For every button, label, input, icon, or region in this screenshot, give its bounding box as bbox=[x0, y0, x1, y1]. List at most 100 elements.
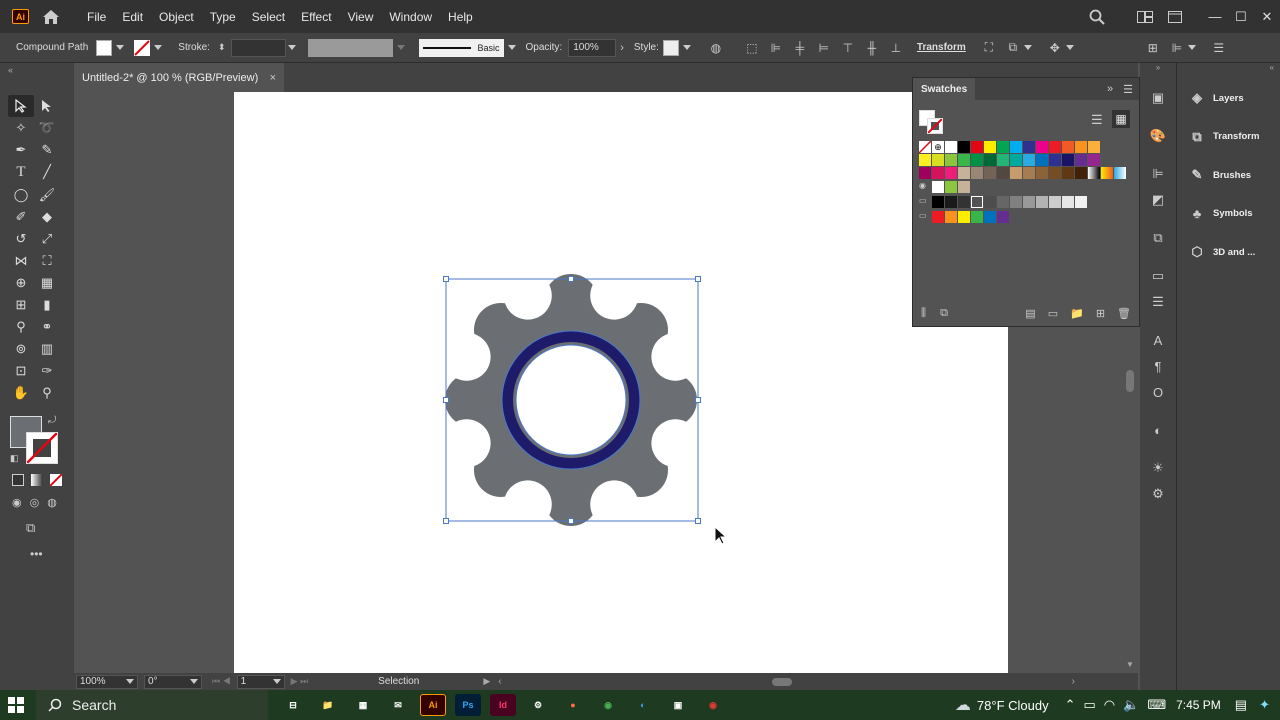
image-trace-icon[interactable]: ☀ bbox=[1140, 455, 1176, 481]
gear-artwork[interactable] bbox=[440, 274, 706, 526]
scroll-left-icon[interactable]: ‹ bbox=[498, 676, 501, 687]
color-swatch[interactable] bbox=[958, 141, 970, 153]
color-swatch[interactable] bbox=[971, 141, 983, 153]
chevron-down-icon[interactable] bbox=[1187, 45, 1196, 50]
taskbar-search[interactable]: Search bbox=[36, 690, 268, 720]
horizontal-scroll-thumb[interactable] bbox=[771, 677, 792, 686]
selection-tool-icon[interactable] bbox=[8, 95, 34, 117]
chevron-down-icon[interactable] bbox=[154, 45, 163, 50]
panel-menu-icon[interactable]: ☰ bbox=[1210, 39, 1228, 57]
scroll-thumb[interactable] bbox=[1126, 370, 1134, 392]
perspective-grid-icon[interactable]: ▦ bbox=[34, 272, 60, 294]
store-icon[interactable]: ▦ bbox=[350, 694, 376, 716]
color-swatch[interactable] bbox=[1062, 141, 1074, 153]
chevron-right-icon[interactable]: › bbox=[620, 42, 624, 54]
first-artboard-icon[interactable]: ⏮ ◀ bbox=[212, 676, 231, 687]
close-tab-icon[interactable]: × bbox=[270, 72, 276, 84]
zoom-tool-icon[interactable]: ⚲ bbox=[34, 382, 60, 404]
color-swatch[interactable] bbox=[1023, 154, 1035, 166]
shape-builder-icon[interactable]: ⊕ bbox=[8, 272, 34, 294]
align-panel-icon[interactable]: ⊫ bbox=[1140, 161, 1176, 187]
app-icon[interactable]: ▣ bbox=[665, 694, 691, 716]
color-swatch[interactable] bbox=[1075, 167, 1087, 179]
illustrator-taskbar-icon[interactable]: Ai bbox=[420, 694, 446, 716]
layers-panel-button[interactable]: ◈ Layers bbox=[1177, 79, 1280, 118]
firefox-icon[interactable]: ● bbox=[560, 694, 586, 716]
path-options-icon[interactable]: ⧉ bbox=[1004, 39, 1022, 57]
properties-icon[interactable]: ▣ bbox=[1140, 85, 1176, 111]
color-swatch[interactable] bbox=[1023, 167, 1035, 179]
zoom-field[interactable]: 100% bbox=[76, 674, 138, 689]
color-swatch[interactable] bbox=[1036, 167, 1048, 179]
search-icon[interactable] bbox=[1086, 6, 1108, 28]
clock[interactable]: 7:45 PM bbox=[1176, 698, 1221, 712]
type-tool-icon[interactable]: T bbox=[8, 162, 34, 184]
stroke-panel-icon[interactable]: ☰ bbox=[1140, 289, 1176, 315]
menu-edit[interactable]: Edit bbox=[114, 10, 151, 24]
color-swatch[interactable] bbox=[984, 141, 996, 153]
swatch-libraries-icon[interactable]: ⫼ bbox=[921, 307, 926, 320]
edge-icon[interactable]: ◐ bbox=[630, 694, 656, 716]
color-swatch[interactable] bbox=[945, 167, 957, 179]
chevron-down-icon[interactable] bbox=[1065, 45, 1074, 50]
color-swatch[interactable] bbox=[1088, 154, 1100, 166]
color-swatch[interactable] bbox=[1010, 141, 1022, 153]
align-right-icon[interactable]: ⊨ bbox=[815, 39, 833, 57]
swap-icon[interactable]: ⤾ bbox=[48, 415, 56, 426]
color-swatch[interactable] bbox=[945, 196, 957, 208]
chevron-down-icon[interactable] bbox=[682, 45, 691, 50]
transform-panel-button[interactable]: ⧉ Transform bbox=[1177, 118, 1280, 157]
menu-help[interactable]: Help bbox=[440, 10, 481, 24]
character-icon[interactable]: A bbox=[1140, 327, 1176, 353]
hand-tool-icon[interactable]: ✋ bbox=[8, 382, 34, 404]
scale-tool-icon[interactable]: ⤢ bbox=[34, 228, 60, 250]
color-swatch[interactable] bbox=[1049, 196, 1061, 208]
minimize-icon[interactable]: — bbox=[1202, 9, 1228, 24]
blend-tool-icon[interactable]: ⚭ bbox=[34, 316, 60, 338]
color-swatch[interactable] bbox=[932, 181, 944, 193]
align-vcenter-icon[interactable]: ╫ bbox=[863, 39, 881, 57]
stepper-icon[interactable]: ⬍ bbox=[218, 42, 226, 53]
collapse-icon[interactable]: « bbox=[8, 65, 13, 75]
rotation-field[interactable]: 0° bbox=[144, 674, 202, 689]
isolate-icon[interactable]: ⛶ bbox=[980, 39, 998, 57]
mesh-tool-icon[interactable]: ⊞ bbox=[8, 294, 34, 316]
color-swatch[interactable] bbox=[1075, 196, 1087, 208]
brushes-panel-button[interactable]: ✎ Brushes bbox=[1177, 156, 1280, 195]
volume-icon[interactable]: 🔈 bbox=[1123, 697, 1139, 713]
puppet-warp-icon[interactable]: ✥ bbox=[1046, 39, 1064, 57]
align-left-icon[interactable]: ⊫ bbox=[767, 39, 785, 57]
appearance-icon[interactable]: ◐ bbox=[1140, 417, 1176, 443]
color-swatch[interactable] bbox=[997, 141, 1009, 153]
color-swatch[interactable] bbox=[1049, 154, 1061, 166]
color-swatch[interactable] bbox=[1062, 196, 1074, 208]
chevron-down-icon[interactable] bbox=[287, 45, 296, 50]
new-group-icon[interactable]: 📁 bbox=[1070, 307, 1084, 320]
copilot-icon[interactable]: ✦ bbox=[1259, 697, 1270, 713]
status-menu-icon[interactable]: ▶ bbox=[483, 676, 490, 687]
eyedropper-icon[interactable]: ⚲ bbox=[8, 316, 34, 338]
color-swatch[interactable] bbox=[958, 181, 970, 193]
file-explorer-icon[interactable]: 📁 bbox=[315, 694, 341, 716]
add-to-library-icon[interactable]: ⧉ bbox=[940, 307, 948, 320]
color-swatch[interactable] bbox=[958, 196, 970, 208]
expand-icon[interactable]: » bbox=[1107, 83, 1113, 95]
symbol-sprayer-icon[interactable]: ⊚ bbox=[8, 338, 34, 360]
color-mode-icon[interactable] bbox=[12, 474, 24, 486]
chrome-alt-icon[interactable]: ◉ bbox=[700, 694, 726, 716]
color-swatch[interactable] bbox=[984, 211, 996, 223]
width-tool-icon[interactable]: ⋈ bbox=[8, 250, 34, 272]
color-swatch[interactable] bbox=[1036, 154, 1048, 166]
keyboard-icon[interactable]: ⌨ bbox=[1147, 697, 1166, 713]
color-swatch[interactable] bbox=[958, 211, 970, 223]
windows-start-icon[interactable] bbox=[8, 697, 24, 716]
color-swatch[interactable] bbox=[945, 154, 957, 166]
color-swatch[interactable] bbox=[1049, 141, 1061, 153]
collapse-dock-icon[interactable]: « bbox=[1177, 63, 1280, 79]
more-tools-icon[interactable]: ••• bbox=[30, 547, 43, 561]
color-swatch[interactable] bbox=[971, 154, 983, 166]
close-icon[interactable]: ✕ bbox=[1254, 9, 1280, 25]
color-swatch[interactable] bbox=[1088, 167, 1100, 179]
color-swatch[interactable] bbox=[1062, 167, 1074, 179]
3d-panel-button[interactable]: ⬡ 3D and ... bbox=[1177, 233, 1280, 272]
